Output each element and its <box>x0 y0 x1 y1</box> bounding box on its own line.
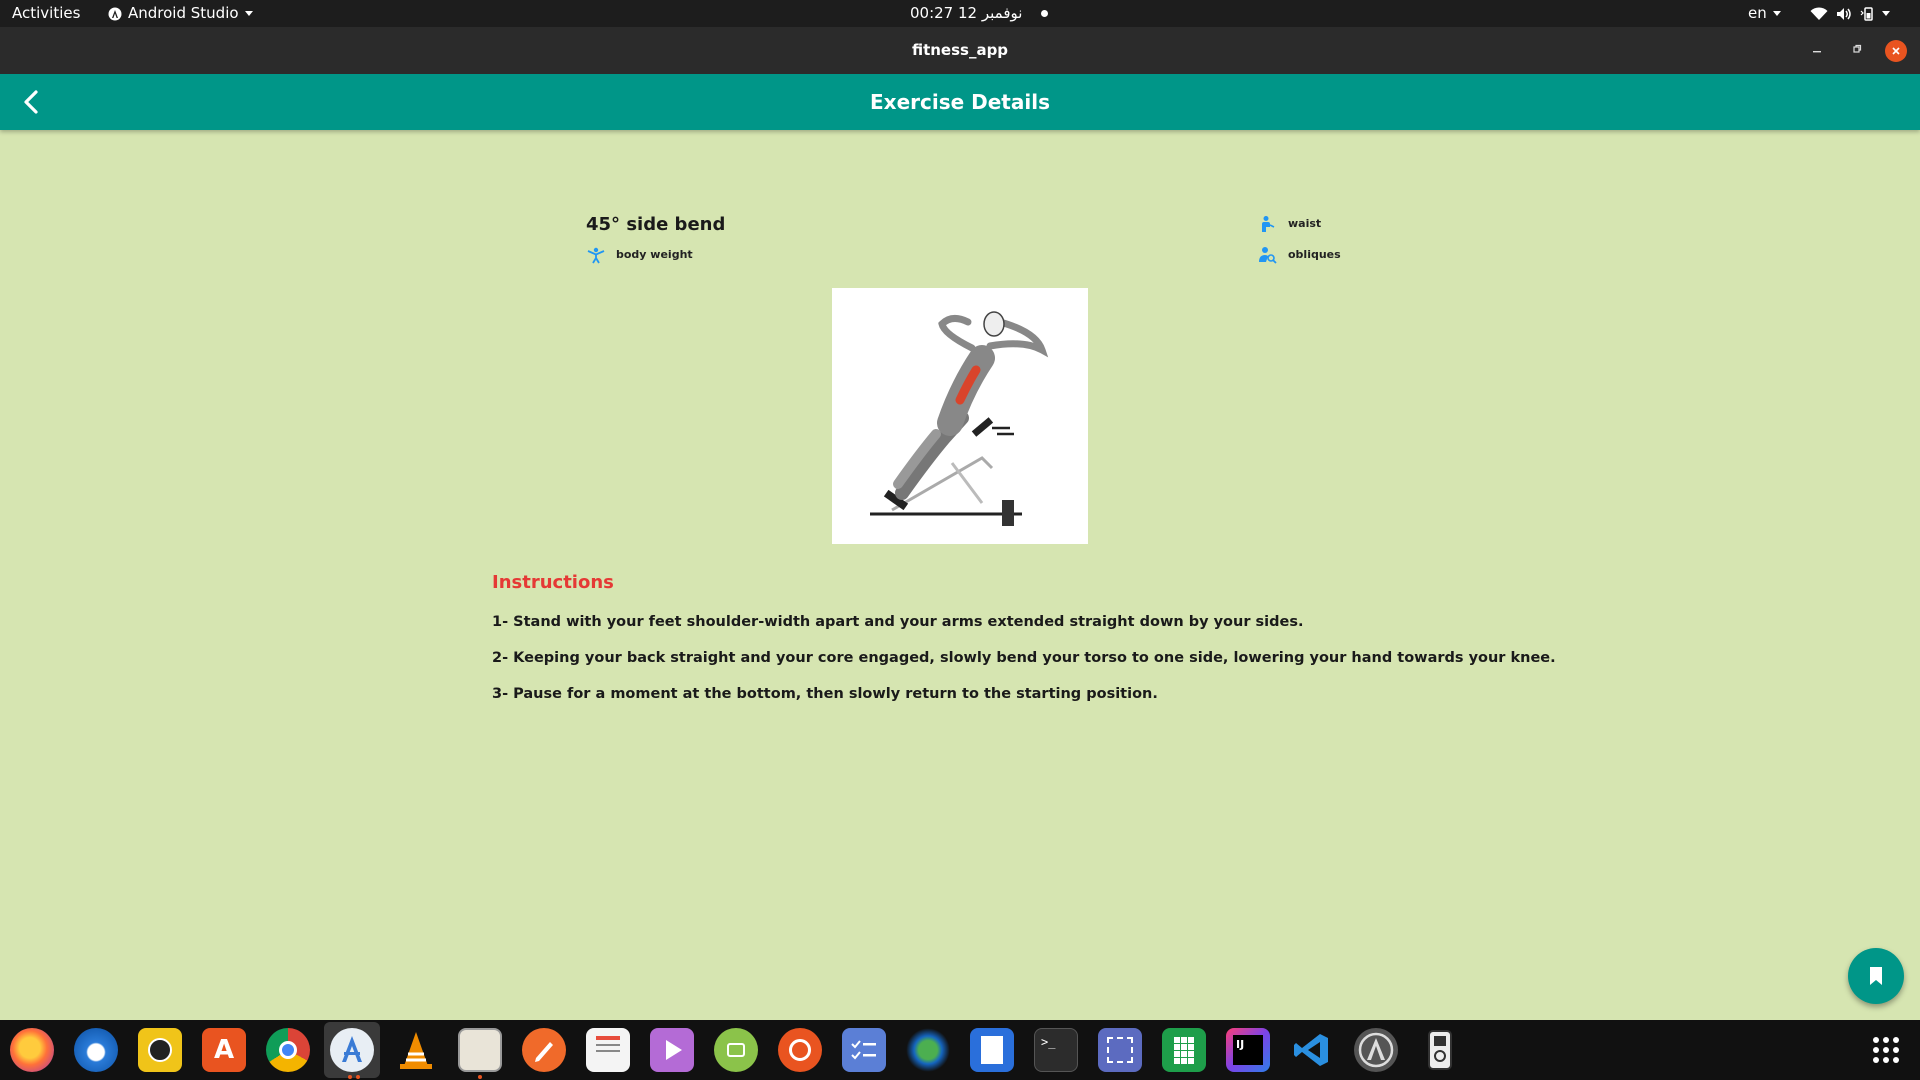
app-bar: Exercise Details <box>0 74 1920 130</box>
clock-label: 00:27 12 نوفمبر <box>910 4 1023 22</box>
volume-icon <box>1837 7 1851 20</box>
person-search-icon <box>1259 247 1277 264</box>
writer-icon[interactable] <box>970 1028 1014 1072</box>
camera-icon[interactable] <box>906 1028 950 1072</box>
system-top-bar: Activities Android Studio 00:27 12 نوفمب… <box>0 0 1920 27</box>
running-indicator <box>348 1075 352 1079</box>
chevron-down-icon <box>1772 11 1781 16</box>
video-player-icon[interactable] <box>650 1028 694 1072</box>
inkscape-icon[interactable] <box>522 1028 566 1072</box>
bookmark-button[interactable] <box>1848 948 1904 1004</box>
target-label: obliques <box>1288 248 1341 261</box>
exercise-name: 45° side bend <box>586 214 726 235</box>
android-studio-icon[interactable] <box>330 1028 374 1072</box>
close-button[interactable] <box>1885 40 1907 62</box>
checklist-glyph <box>851 1040 876 1060</box>
bookmark-icon <box>1870 967 1882 985</box>
body-part-label: waist <box>1288 217 1322 230</box>
intellij-icon[interactable]: IJ <box>1226 1028 1270 1072</box>
notification-dot-icon <box>1041 10 1049 17</box>
person-icon <box>1262 216 1275 232</box>
play-glyph <box>666 1040 682 1060</box>
system-status-menu[interactable] <box>1810 0 1890 27</box>
taskbar-dock: A >_ IJ <box>0 1020 1920 1080</box>
exercise-details-screen: Exercise Details 45° side bend body weig… <box>0 74 1920 1020</box>
terminal-icon[interactable]: >_ <box>1034 1028 1078 1072</box>
app-menu[interactable]: Android Studio <box>108 0 253 27</box>
instructions-heading: Instructions <box>492 572 614 593</box>
android-studio-glyph <box>342 1036 362 1062</box>
activities-button[interactable]: Activities <box>12 0 80 27</box>
back-button[interactable] <box>14 84 50 120</box>
language-selector[interactable]: en <box>1748 0 1781 27</box>
instruction-step: 1- Stand with your feet shoulder-width a… <box>492 614 1304 630</box>
restore-icon <box>1853 44 1862 53</box>
archive-manager-icon[interactable] <box>714 1028 758 1072</box>
activities-label: Activities <box>12 4 81 22</box>
clock[interactable]: 00:27 12 نوفمبر <box>910 0 1049 27</box>
chevron-down-icon <box>244 11 253 16</box>
tasks-icon[interactable] <box>842 1028 886 1072</box>
window-title: fitness_app <box>911 41 1009 59</box>
vscode-glyph <box>1294 1034 1328 1066</box>
running-indicator <box>478 1075 482 1079</box>
app-bar-title: Exercise Details <box>870 90 1050 114</box>
running-indicator <box>356 1075 360 1079</box>
thunderbird-icon[interactable] <box>74 1028 118 1072</box>
battery-icon <box>1860 6 1873 21</box>
close-icon <box>1892 47 1900 55</box>
files-icon[interactable] <box>458 1028 502 1072</box>
rhythmbox-icon[interactable] <box>138 1028 182 1072</box>
minimize-button[interactable] <box>1806 40 1828 62</box>
firefox-icon[interactable] <box>10 1028 54 1072</box>
document-viewer-icon[interactable] <box>586 1028 630 1072</box>
pen-glyph <box>535 1042 553 1062</box>
ipod-icon[interactable] <box>1418 1028 1462 1072</box>
equipment-label: body weight <box>616 248 693 261</box>
chevron-down-icon <box>1882 11 1890 16</box>
vlc-cone <box>400 1032 432 1069</box>
chrome-icon[interactable] <box>266 1028 310 1072</box>
instruction-step: 2- Keeping your back straight and your c… <box>492 650 1556 666</box>
vscode-icon[interactable] <box>1290 1028 1334 1072</box>
ubuntu-icon[interactable] <box>778 1028 822 1072</box>
grid-glyph <box>1873 1037 1899 1063</box>
side-bend-figure <box>870 311 1049 526</box>
minimize-icon <box>1813 51 1821 53</box>
arrow-back-icon <box>24 90 38 114</box>
window-title-bar[interactable]: fitness_app <box>0 27 1920 74</box>
language-label: en <box>1748 4 1767 22</box>
software-updater-icon[interactable] <box>1354 1028 1398 1072</box>
app-grid-icon[interactable] <box>1864 1028 1908 1072</box>
exercise-illustration <box>832 288 1088 544</box>
maximize-button[interactable] <box>1846 40 1868 62</box>
calc-icon[interactable] <box>1162 1028 1206 1072</box>
vlc-icon[interactable] <box>394 1028 438 1072</box>
software-center-icon[interactable]: A <box>202 1028 246 1072</box>
body-weight-icon <box>587 247 605 264</box>
screenshot-icon[interactable] <box>1098 1028 1142 1072</box>
app-menu-label: Android Studio <box>128 4 239 22</box>
android-studio-icon <box>108 7 122 20</box>
updater-glyph <box>1358 1032 1394 1068</box>
instruction-step: 3- Pause for a moment at the bottom, the… <box>492 686 1158 702</box>
wifi-icon <box>1810 6 1828 20</box>
